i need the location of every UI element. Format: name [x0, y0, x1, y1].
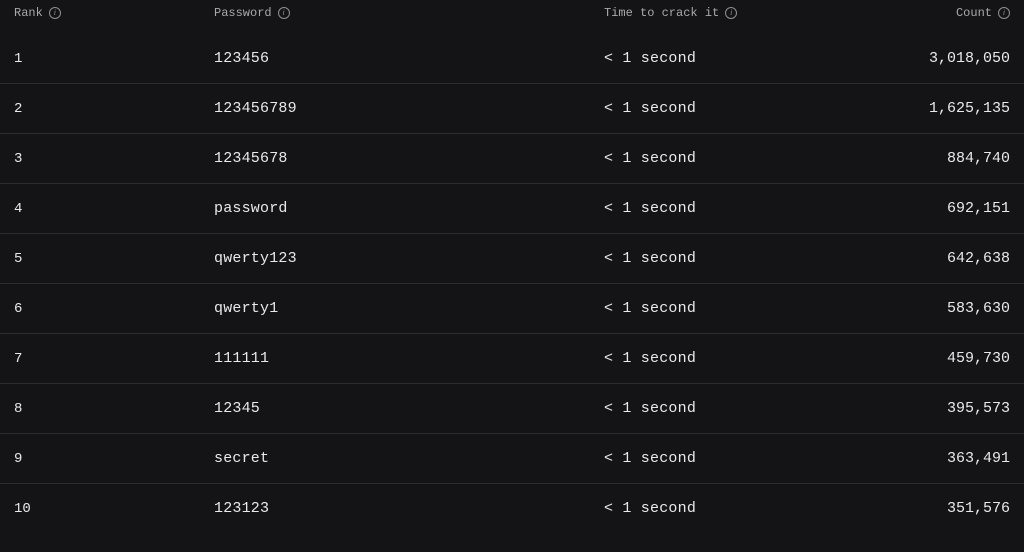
header-password-label: Password [214, 6, 272, 20]
cell-password: secret [214, 450, 604, 467]
cell-password: 123456789 [214, 100, 604, 117]
cell-count: 884,740 [904, 150, 1010, 167]
cell-rank: 8 [14, 401, 214, 417]
cell-password: 123456 [214, 50, 604, 67]
table-row[interactable]: 1123456< 1 second3,018,050 [0, 34, 1024, 84]
cell-password: 12345678 [214, 150, 604, 167]
table-row[interactable]: 812345< 1 second395,573 [0, 384, 1024, 434]
cell-time-to-crack: < 1 second [604, 350, 904, 367]
cell-time-to-crack: < 1 second [604, 50, 904, 67]
cell-time-to-crack: < 1 second [604, 500, 904, 517]
table-row[interactable]: 10123123< 1 second351,576 [0, 484, 1024, 533]
cell-count: 692,151 [904, 200, 1010, 217]
cell-password: 123123 [214, 500, 604, 517]
cell-password: 12345 [214, 400, 604, 417]
cell-time-to-crack: < 1 second [604, 250, 904, 267]
header-rank[interactable]: Rank i [14, 6, 214, 20]
header-time-label: Time to crack it [604, 6, 719, 20]
cell-count: 1,625,135 [904, 100, 1010, 117]
header-password[interactable]: Password i [214, 6, 604, 20]
table-row[interactable]: 2123456789< 1 second1,625,135 [0, 84, 1024, 134]
cell-time-to-crack: < 1 second [604, 150, 904, 167]
cell-rank: 10 [14, 501, 214, 517]
cell-rank: 7 [14, 351, 214, 367]
cell-count: 459,730 [904, 350, 1010, 367]
cell-rank: 2 [14, 101, 214, 117]
table-body: 1123456< 1 second3,018,0502123456789< 1 … [0, 34, 1024, 533]
table-row[interactable]: 7111111< 1 second459,730 [0, 334, 1024, 384]
header-count-label: Count [956, 6, 992, 20]
cell-time-to-crack: < 1 second [604, 100, 904, 117]
header-time[interactable]: Time to crack it i [604, 6, 904, 20]
password-ranking-table: Rank i Password i Time to crack it i Cou… [0, 0, 1024, 533]
header-count[interactable]: Count i [904, 6, 1010, 20]
cell-time-to-crack: < 1 second [604, 200, 904, 217]
table-row[interactable]: 9secret< 1 second363,491 [0, 434, 1024, 484]
cell-time-to-crack: < 1 second [604, 300, 904, 317]
cell-password: 111111 [214, 350, 604, 367]
cell-count: 363,491 [904, 450, 1010, 467]
cell-rank: 6 [14, 301, 214, 317]
cell-rank: 4 [14, 201, 214, 217]
cell-count: 583,630 [904, 300, 1010, 317]
table-row[interactable]: 312345678< 1 second884,740 [0, 134, 1024, 184]
info-icon[interactable]: i [998, 7, 1010, 19]
cell-count: 351,576 [904, 500, 1010, 517]
cell-rank: 5 [14, 251, 214, 267]
cell-count: 642,638 [904, 250, 1010, 267]
cell-rank: 9 [14, 451, 214, 467]
cell-rank: 3 [14, 151, 214, 167]
info-icon[interactable]: i [725, 7, 737, 19]
cell-count: 3,018,050 [904, 50, 1010, 67]
header-rank-label: Rank [14, 6, 43, 20]
cell-time-to-crack: < 1 second [604, 400, 904, 417]
cell-password: password [214, 200, 604, 217]
info-icon[interactable]: i [278, 7, 290, 19]
info-icon[interactable]: i [49, 7, 61, 19]
cell-password: qwerty1 [214, 300, 604, 317]
table-header-row: Rank i Password i Time to crack it i Cou… [0, 0, 1024, 34]
cell-count: 395,573 [904, 400, 1010, 417]
cell-time-to-crack: < 1 second [604, 450, 904, 467]
cell-password: qwerty123 [214, 250, 604, 267]
table-row[interactable]: 5qwerty123< 1 second642,638 [0, 234, 1024, 284]
table-row[interactable]: 6qwerty1< 1 second583,630 [0, 284, 1024, 334]
table-row[interactable]: 4password< 1 second692,151 [0, 184, 1024, 234]
cell-rank: 1 [14, 51, 214, 67]
